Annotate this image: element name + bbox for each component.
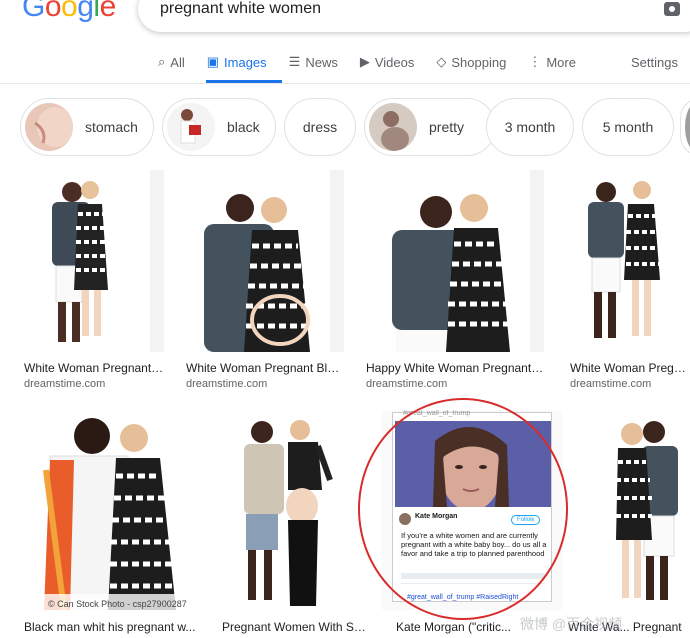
logo-letter: e xyxy=(99,0,117,23)
red-circle-annotation xyxy=(358,398,568,620)
tab-shopping[interactable]: ◇ Shopping xyxy=(436,52,506,72)
tab-more[interactable]: ⋮ More xyxy=(528,52,576,72)
tab-label: All xyxy=(170,54,185,70)
logo-letter: G xyxy=(22,0,45,23)
search-box[interactable]: pregnant white women xyxy=(138,0,690,32)
watermark: 微博 @百合视频 xyxy=(520,616,623,632)
chip-thumbnail xyxy=(167,103,215,151)
tab-images[interactable]: ▣ Images xyxy=(207,52,267,72)
result-image[interactable] xyxy=(20,170,168,352)
chip-thumbnail xyxy=(369,103,417,151)
chip-label: 3 month xyxy=(504,119,556,135)
result-image[interactable] xyxy=(218,410,364,610)
camera-icon[interactable] xyxy=(664,2,680,16)
tab-all[interactable]: ⌕ All xyxy=(158,52,185,72)
result-source: dreamstime.com xyxy=(24,378,106,390)
settings-link[interactable]: Settings xyxy=(631,55,678,70)
chip-stomach[interactable]: stomach xyxy=(20,98,154,156)
chip-label: pretty xyxy=(429,119,465,135)
tab-label: News xyxy=(305,54,338,70)
chip-black[interactable]: black xyxy=(162,98,276,156)
chip-thumbnail xyxy=(685,103,690,151)
tab-label: More xyxy=(546,54,576,70)
result-source: dreamstime.com xyxy=(366,378,448,390)
chip-5-month[interactable]: 5 month xyxy=(582,98,674,156)
result-title[interactable]: Kate Morgan ("critic... xyxy=(396,620,526,634)
chip-more[interactable] xyxy=(680,98,690,156)
chip-dress[interactable]: dress xyxy=(284,98,356,156)
chip-label: 5 month xyxy=(602,119,654,135)
images-icon: ▣ xyxy=(206,54,220,69)
result-image[interactable] xyxy=(566,170,690,352)
result-image[interactable] xyxy=(362,170,548,352)
more-icon: ⋮ xyxy=(528,54,542,69)
chip-label: stomach xyxy=(85,119,138,135)
result-title[interactable]: White Woman Pregnant Bla... xyxy=(186,361,342,375)
tag-icon: ◇ xyxy=(436,54,447,69)
result-title[interactable]: Pregnant Women With Sus... xyxy=(222,620,368,634)
tab-label: Images xyxy=(224,54,267,70)
logo-letter: o xyxy=(61,0,78,23)
chip-thumbnail xyxy=(25,103,73,151)
chip-label: black xyxy=(227,119,260,135)
chip-3-month[interactable]: 3 month xyxy=(486,98,574,156)
google-logo[interactable]: Google xyxy=(22,0,116,24)
image-caption: © Can Stock Photo - csp27900287 xyxy=(48,599,187,609)
logo-letter: g xyxy=(77,0,94,23)
search-icon: ⌕ xyxy=(158,54,166,69)
header-divider xyxy=(0,83,690,84)
tab-label: Videos xyxy=(374,54,415,70)
news-icon: ☰ xyxy=(288,54,301,69)
result-title[interactable]: Happy White Woman Pregnant, ... xyxy=(366,361,544,375)
chip-label: dress xyxy=(302,119,338,135)
videos-icon: ▶ xyxy=(359,54,370,69)
result-source: dreamstime.com xyxy=(186,378,268,390)
tab-label: Shopping xyxy=(451,54,507,70)
tab-news[interactable]: ☰ News xyxy=(289,52,338,72)
result-title[interactable]: Black man whit his pregnant w... xyxy=(24,620,200,634)
result-title[interactable]: White Woman Pregnant xyxy=(570,361,690,375)
logo-letter: o xyxy=(44,0,62,23)
result-title[interactable]: White Woman Pregnant ... xyxy=(24,361,164,375)
chip-pretty[interactable]: pretty xyxy=(364,98,496,156)
result-image[interactable] xyxy=(572,410,690,610)
result-source: dreamstime.com xyxy=(570,378,652,390)
search-tabs: ⌕ All ▣ Images ☰ News ▶ Videos ◇ Shopping ⋮ More xyxy=(158,52,598,72)
tab-videos[interactable]: ▶ Videos xyxy=(360,52,415,72)
result-image[interactable] xyxy=(20,410,200,610)
result-image[interactable] xyxy=(182,170,346,352)
search-input[interactable]: pregnant white women xyxy=(160,0,321,18)
